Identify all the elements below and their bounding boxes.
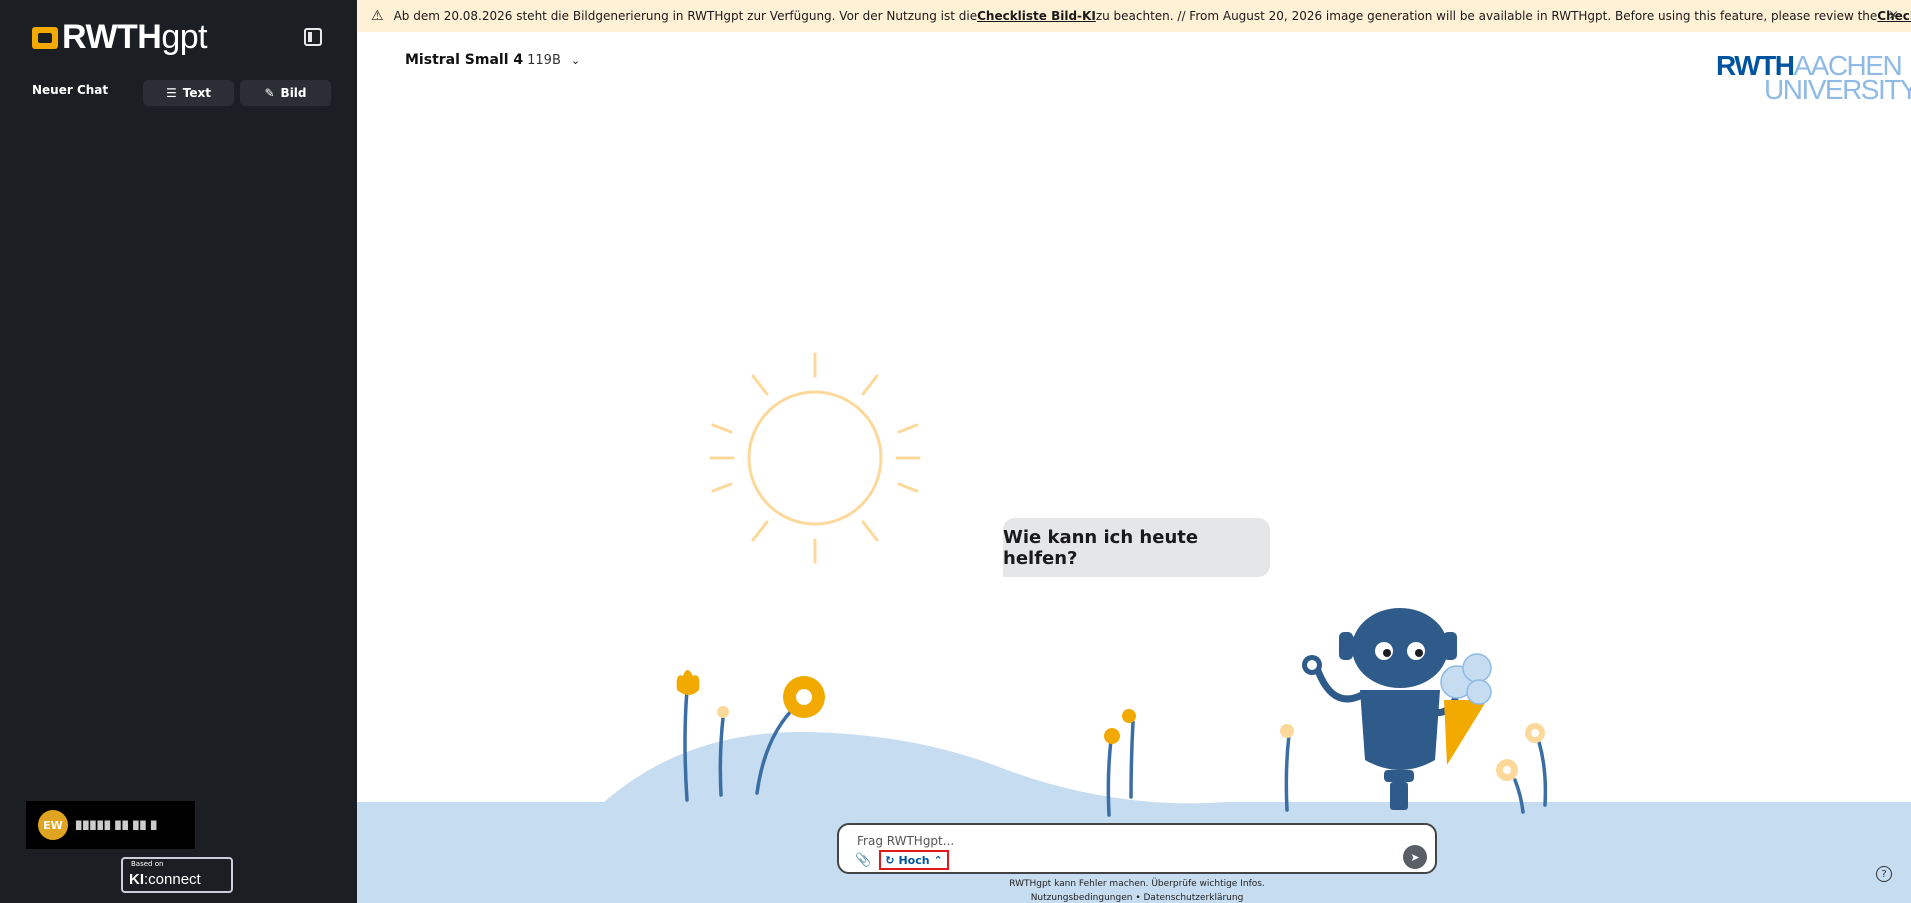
disclaimer-text: RWTHgpt kann Fehler machen. Überprüfe wi… [1009, 879, 1265, 889]
sidebar-collapse-icon[interactable] [304, 28, 322, 46]
flower-right-2-center [1531, 729, 1539, 737]
reasoning-level-button[interactable]: ↻ Hoch ⌃ [879, 850, 949, 870]
rwthgpt-logo[interactable]: RWTHgpt [32, 18, 208, 57]
sun-illustration [709, 352, 921, 564]
text-plus-icon: ☰ [166, 86, 177, 100]
user-profile-button[interactable]: EW ▉▉▉▉▉ ▉▉ ▉▉ ▉ [26, 801, 195, 849]
sidebar: RWTHgpt Neuer Chat ☰ Text ✎ Bild EW ▉▉▉▉… [0, 0, 357, 903]
help-icon[interactable]: ? [1876, 866, 1892, 882]
based-on-label: Based on [131, 860, 164, 868]
logo-icon [32, 26, 58, 49]
ki-connect-badge[interactable]: Based on KI:connect [121, 857, 233, 893]
refresh-icon: ↻ [885, 853, 895, 867]
ice-cream-cone [1440, 653, 1492, 765]
text-button-label: Text [182, 86, 211, 100]
tulip-flower [676, 670, 700, 695]
ki-connect-logo: KI:connect [129, 871, 201, 888]
flower-middle-2 [1122, 709, 1136, 723]
flower-middle-1 [1104, 728, 1120, 744]
paperclip-icon[interactable]: 📎 [855, 853, 871, 868]
greeting-bubble: Wie kann ich heute helfen? [1003, 518, 1270, 577]
privacy-link[interactable]: Datenschutzerklärung [1144, 893, 1244, 903]
send-button[interactable]: ➤ [1403, 845, 1427, 869]
ki-connect-logo-light: :connect [144, 871, 201, 888]
chat-input-placeholder[interactable]: Frag RWTHgpt... [857, 834, 954, 848]
logo-text-bold: RWTH [62, 18, 162, 56]
flower-right-1-center [1503, 766, 1511, 774]
send-icon: ➤ [1410, 850, 1420, 864]
flower-middle-3 [1280, 724, 1294, 738]
welcome-illustration [357, 352, 1911, 903]
new-image-chat-button[interactable]: ✎ Bild [240, 80, 331, 106]
disclaimer: RWTHgpt kann Fehler machen. Überprüfe wi… [837, 877, 1437, 903]
logo-text-light: gpt [161, 18, 208, 56]
footer-separator: • [1135, 893, 1141, 903]
image-plus-icon: ✎ [264, 86, 275, 100]
user-name: ▉▉▉▉▉ ▉▉ ▉▉ ▉ [76, 820, 159, 830]
image-button-label: Bild [280, 86, 307, 100]
terms-link[interactable]: Nutzungsbedingungen [1031, 893, 1133, 903]
small-flower-left [717, 706, 729, 718]
flowers-right [1513, 740, 1548, 814]
reasoning-level-label: Hoch [898, 853, 930, 867]
ki-connect-logo-bold: KI [129, 871, 144, 888]
new-chat-label: Neuer Chat [32, 83, 109, 97]
robot-mascot [1302, 608, 1459, 810]
new-text-chat-button[interactable]: ☰ Text [143, 80, 234, 106]
avatar: EW [38, 810, 68, 840]
chat-input-box[interactable]: Frag RWTHgpt... 📎 ↻ Hoch ⌃ ➤ [837, 823, 1437, 874]
chevron-up-icon: ⌃ [933, 853, 943, 867]
daisy-flower-left [783, 676, 825, 718]
footer-links: Nutzungsbedingungen • Datenschutzerkläru… [837, 891, 1437, 903]
